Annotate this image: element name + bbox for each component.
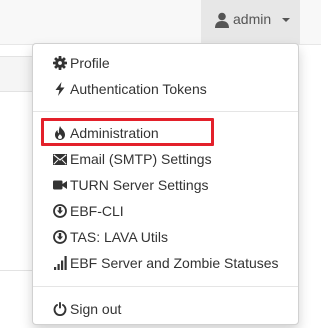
highlight-annotation-box xyxy=(41,118,214,146)
menu-item-label: Authentication Tokens xyxy=(70,81,207,97)
menu-item-email-settings[interactable]: Email (SMTP) Settings xyxy=(33,148,298,172)
menu-item-ebf-server-zombie-statuses[interactable]: EBF Server and Zombie Statuses xyxy=(33,252,298,276)
menu-divider xyxy=(33,111,298,112)
user-icon xyxy=(215,12,229,28)
signal-bars-icon xyxy=(53,256,67,270)
menu-item-label: TURN Server Settings xyxy=(70,177,209,193)
menu-item-sign-out[interactable]: Sign out xyxy=(33,298,298,322)
navbar: admin xyxy=(0,0,321,45)
menu-item-label: Sign out xyxy=(70,301,122,317)
menu-item-ebf-cli[interactable]: EBF-CLI xyxy=(33,200,298,224)
menu-item-turn-server-settings[interactable]: TURN Server Settings xyxy=(33,174,298,198)
video-camera-icon xyxy=(53,178,67,192)
menu-item-label: Profile xyxy=(70,55,110,71)
download-circle-icon xyxy=(53,230,67,244)
menu-item-profile[interactable]: Profile xyxy=(33,52,298,76)
user-menu-label: admin xyxy=(233,11,272,27)
download-circle-icon xyxy=(53,204,67,218)
menu-item-label: EBF Server and Zombie Statuses xyxy=(70,255,279,271)
menu-item-tas-lava-utils[interactable]: TAS: LAVA Utils xyxy=(33,226,298,250)
user-dropdown-menu: Profile Authentication Tokens Administra… xyxy=(32,43,299,325)
user-menu-toggle[interactable]: admin xyxy=(201,0,300,44)
power-icon xyxy=(53,302,67,316)
flash-icon xyxy=(53,82,67,96)
menu-item-label: EBF-CLI xyxy=(70,203,124,219)
envelope-icon xyxy=(53,152,67,166)
menu-item-label: TAS: LAVA Utils xyxy=(70,229,169,245)
menu-divider xyxy=(33,286,298,287)
menu-item-authentication-tokens[interactable]: Authentication Tokens xyxy=(33,78,298,102)
menu-item-label: Email (SMTP) Settings xyxy=(70,151,212,167)
gear-icon xyxy=(53,56,67,70)
caret-down-icon xyxy=(282,18,290,22)
